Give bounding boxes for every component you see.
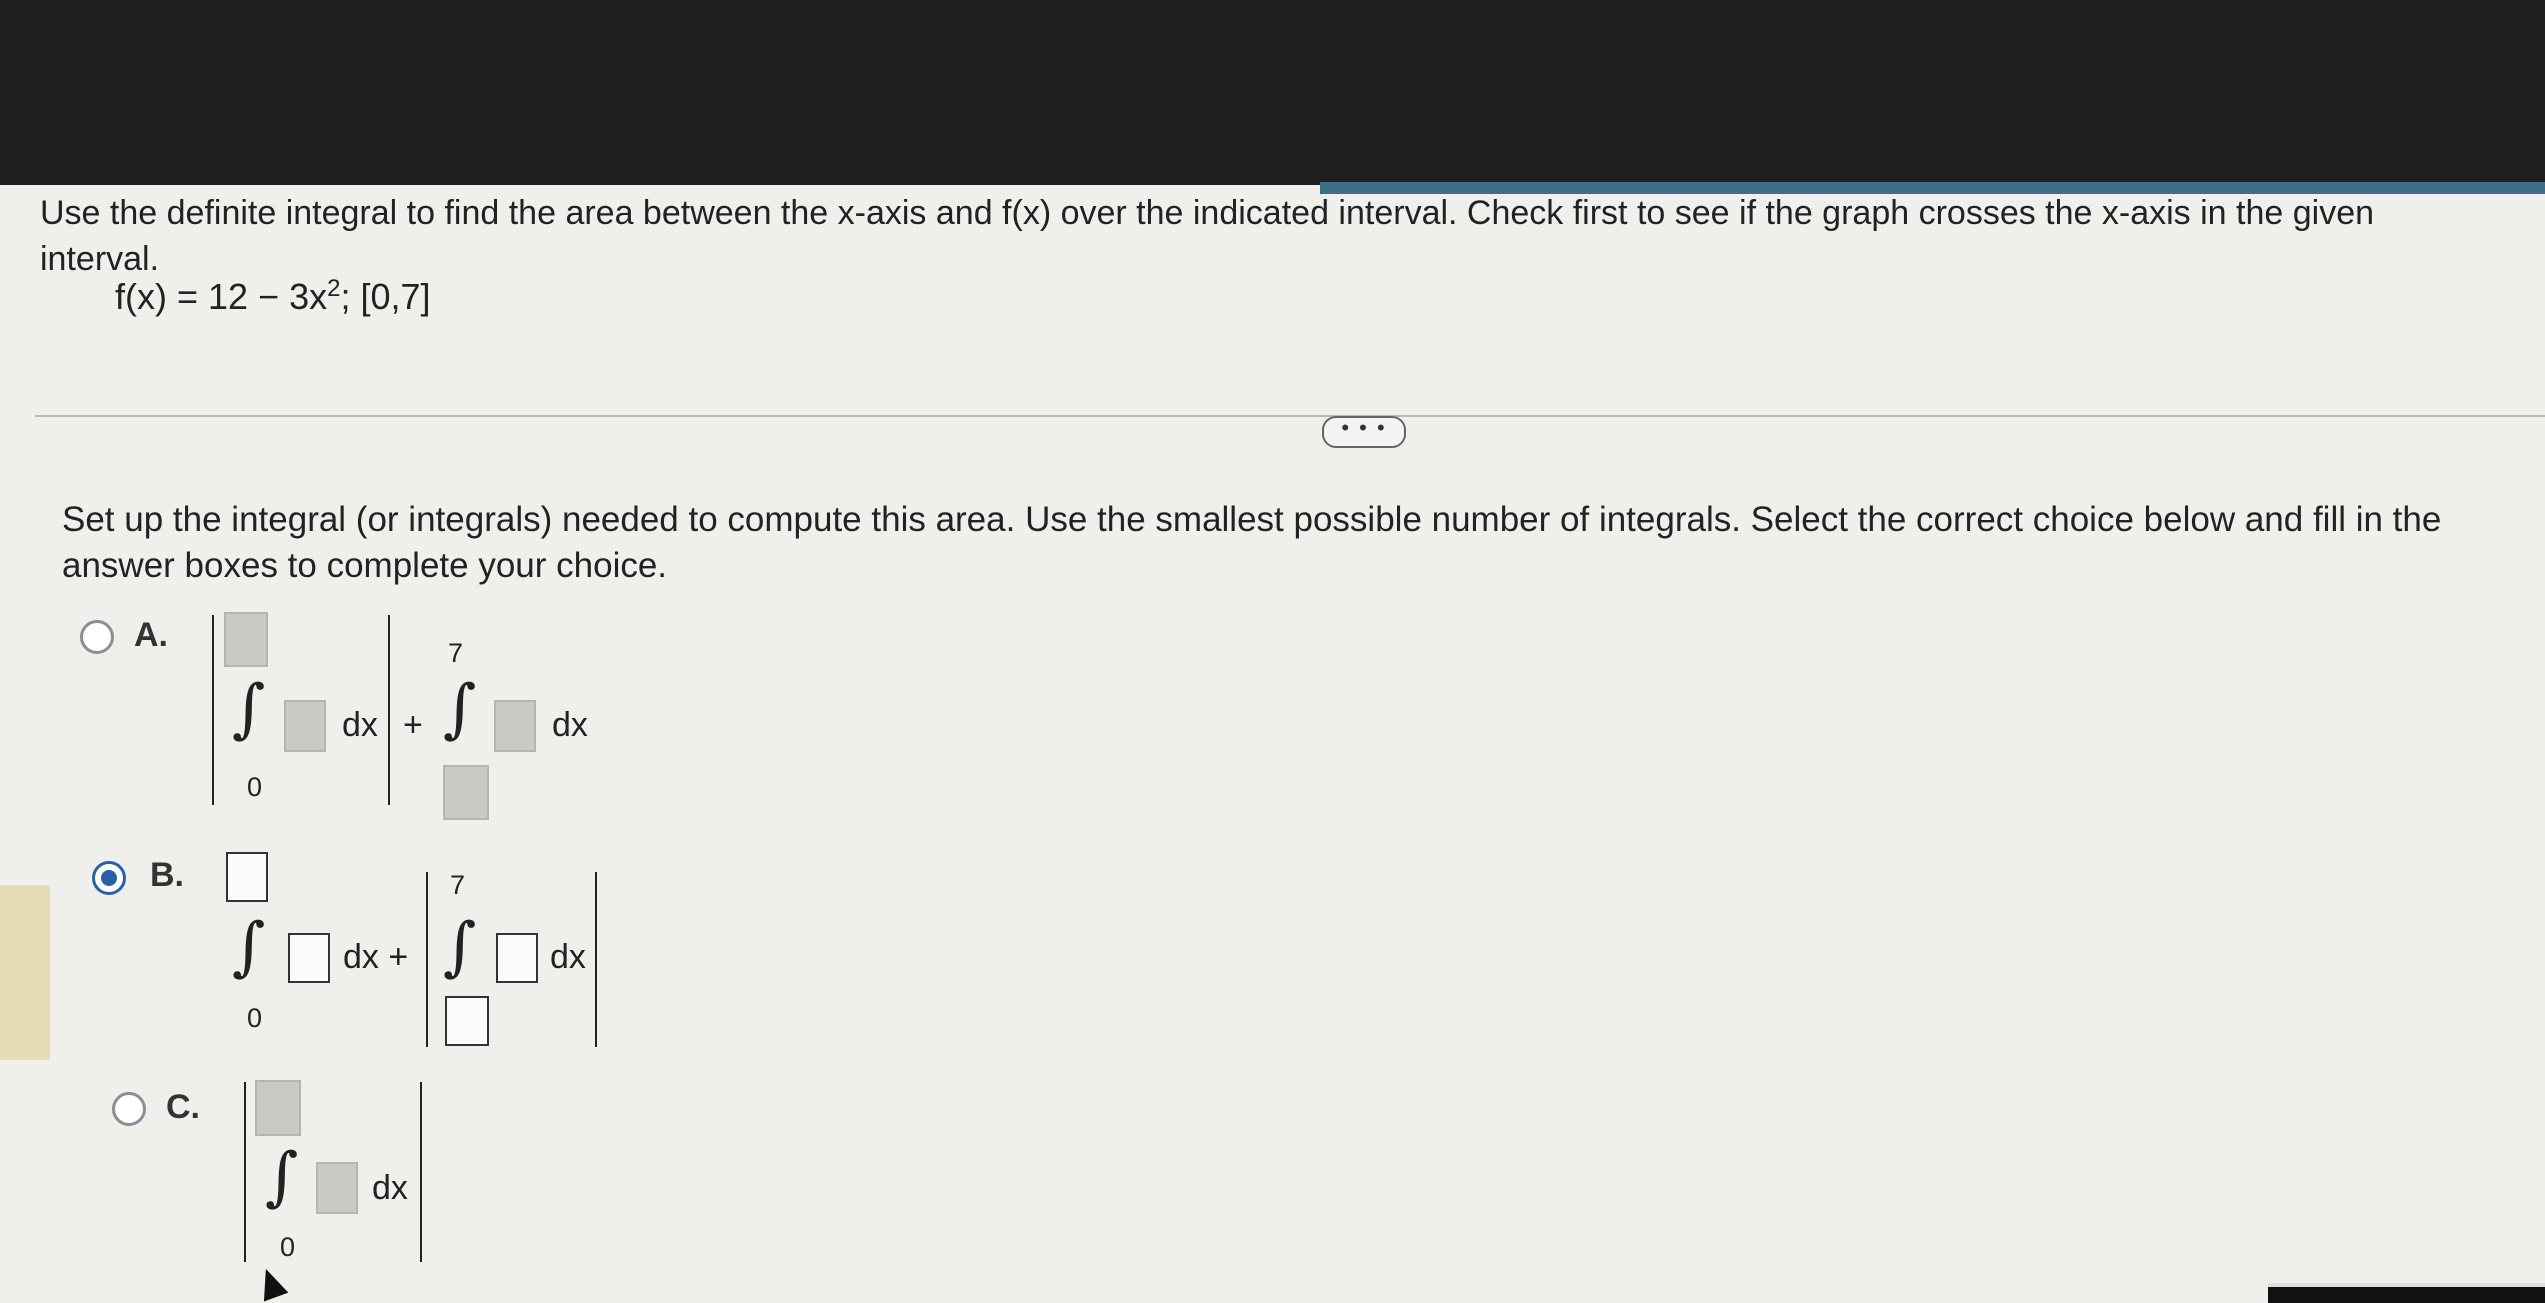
dark-top-area [0,0,2545,185]
function-expression: f(x) = 12 − 3x2; [0,7] [115,275,431,318]
choice-b-dx-1: dx + [343,938,409,976]
choice-b-upper-limit-2: 7 [450,870,466,900]
instructions-text: Set up the integral (or integrals) neede… [62,500,2442,585]
more-options-button[interactable]: • • • [1322,416,1406,448]
choice-a-integral-sign-2: ∫ [443,672,477,746]
choice-a-lower-limit-1: 0 [247,772,263,802]
choice-c-integrand-input[interactable] [316,1162,358,1214]
choice-b-integral-sign-2: ∫ [443,910,477,984]
choice-b-upper-limit-input[interactable] [226,852,268,902]
abs-bar-left [212,615,214,805]
choice-a-upper-limit-input[interactable] [224,612,268,667]
choice-b-abs-bar-right [595,872,597,1047]
choice-b-lower-limit-input-2[interactable] [445,996,489,1046]
abs-bar-right [388,615,390,805]
choice-b-dx-2: dx [550,938,586,976]
choice-a-label: A. [134,616,168,654]
choice-a-integrand-input-2[interactable] [494,700,536,752]
choice-a-integrand-input-1[interactable] [284,700,326,752]
choice-a-radio[interactable] [80,620,114,654]
choice-b-integral-sign-1: ∫ [232,910,266,984]
function-prefix: f(x) = 12 − 3x [115,276,328,317]
function-exponent: 2 [327,275,341,302]
choice-a-integral-sign-1: ∫ [232,672,266,746]
choice-a-upper-limit-2: 7 [448,638,464,668]
choice-c-radio[interactable] [112,1092,146,1126]
choice-b-label: B. [150,856,184,894]
choice-b-integrand-input-1[interactable] [288,933,330,983]
choice-c-abs-bar-right [420,1082,422,1262]
choice-c-integral-sign: ∫ [265,1140,299,1214]
selection-highlight [0,885,50,1060]
mouse-cursor-icon [253,1264,289,1302]
choice-c-label: C. [166,1088,200,1126]
choice-a-dx-2: dx [552,706,588,744]
choice-c-lower-limit: 0 [280,1232,296,1262]
choice-c-upper-limit-input[interactable] [255,1080,301,1136]
function-interval: ; [0,7] [340,276,431,317]
choice-a-lower-limit-input-2[interactable] [443,765,489,820]
section-divider [35,415,2545,417]
choice-b-integrand-input-2[interactable] [496,933,538,983]
choice-c-abs-bar-left [244,1082,246,1262]
question-text: Use the definite integral to find the ar… [40,194,2375,278]
choice-b-radio[interactable] [92,861,126,895]
choice-a-dx-1: dx [342,706,378,744]
choice-b-abs-bar-left [426,872,428,1047]
choice-b-lower-limit-1: 0 [247,1003,263,1033]
choice-c-dx: dx [372,1169,408,1207]
choice-a-plus: + [403,706,423,744]
bottom-right-widget [2268,1283,2545,1303]
